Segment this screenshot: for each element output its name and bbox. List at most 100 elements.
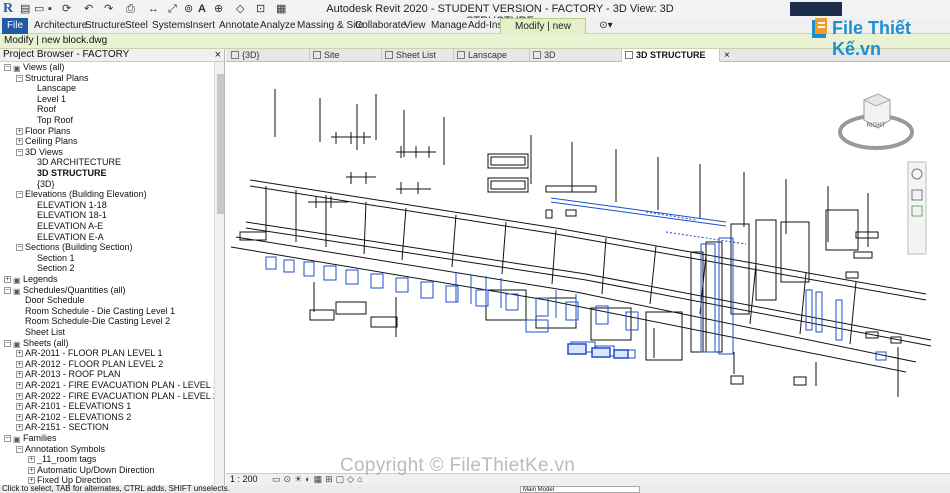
tree-item[interactable]: {3D}	[28, 179, 55, 190]
measure-icon[interactable]: ↔	[148, 2, 159, 16]
tree-item[interactable]: + ▣ Legends	[4, 274, 58, 285]
collapse-icon[interactable]: −	[4, 286, 11, 294]
tree-item[interactable]: + Floor Plans	[16, 126, 71, 137]
3d-view-icon[interactable]: ⊕	[214, 2, 223, 16]
tab-steel[interactable]: Steel	[123, 18, 150, 34]
expand-icon[interactable]: +	[16, 392, 23, 400]
tab-view-lanscape[interactable]: Lanscape	[454, 49, 530, 62]
collapse-icon[interactable]: −	[16, 148, 23, 156]
tree-item[interactable]: ELEVATION E-A	[28, 232, 104, 243]
section-icon[interactable]: ◇	[236, 2, 244, 16]
tree-item[interactable]: Level 1	[28, 94, 66, 105]
open-icon[interactable]: ▤	[20, 2, 30, 16]
tree-item[interactable]: + Fixed Up Direction	[28, 475, 111, 485]
tree-item[interactable]: + AR-2013 - ROOF PLAN	[16, 369, 121, 380]
revit-logo-icon[interactable]: R	[3, 1, 17, 17]
switch-windows-icon[interactable]: ▦	[276, 2, 286, 16]
redo-icon[interactable]: ↷	[104, 2, 113, 16]
expand-icon[interactable]: +	[16, 127, 23, 135]
tab-view-site[interactable]: Site	[310, 49, 382, 62]
tree-item[interactable]: − Annotation Symbols	[16, 444, 105, 455]
tab-add-ins[interactable]: Add-Ins	[466, 18, 504, 34]
tree-item[interactable]: + AR-2012 - FLOOR PLAN LEVEL 2	[16, 359, 163, 370]
close-icon[interactable]: ×	[724, 49, 730, 62]
tree-item[interactable]: Door Schedule	[16, 295, 85, 306]
tab-architecture[interactable]: Architecture	[32, 18, 89, 34]
expand-icon[interactable]: +	[16, 403, 23, 411]
expand-icon[interactable]: +	[28, 456, 35, 464]
dimension-icon[interactable]: ⤢	[168, 2, 177, 16]
tab-annotate[interactable]: Annotate	[217, 18, 261, 34]
tree-item[interactable]: ELEVATION 1-18	[28, 200, 107, 211]
tree-item[interactable]: + AR-2102 - ELEVATIONS 2	[16, 412, 131, 423]
tree-item[interactable]: − Sections (Building Section)	[16, 242, 133, 253]
tab-view-sheet-list[interactable]: Sheet List	[382, 49, 454, 62]
tree-item[interactable]: − ▣ Schedules/Quantities (all)	[4, 285, 126, 296]
main-model-selector[interactable]: Main Model	[520, 486, 640, 493]
print-icon[interactable]: ⎙	[126, 2, 135, 16]
tree-item[interactable]: Section 2	[28, 263, 75, 274]
tab-file[interactable]: File	[2, 18, 28, 34]
tree-item[interactable]: Lanscape	[28, 83, 76, 94]
expand-icon[interactable]: +	[16, 382, 23, 389]
tree-item[interactable]: 3D ARCHITECTURE	[28, 157, 121, 168]
collapse-icon[interactable]: −	[4, 339, 11, 347]
tree-item[interactable]: Top Roof	[28, 115, 73, 126]
collapse-icon[interactable]: −	[16, 191, 23, 199]
tree-item[interactable]: ELEVATION 18-1	[28, 210, 107, 221]
save-icon[interactable]: ▪	[48, 2, 52, 16]
tab-collaborate[interactable]: Collaborate	[353, 18, 408, 34]
close-hidden-icon[interactable]: ⊡	[256, 2, 265, 16]
tab-view-3d-architecture[interactable]: 3D ARCHITECTURE	[530, 49, 622, 73]
tree-item[interactable]: + AR-2151 - SECTION	[16, 422, 109, 433]
sync-icon[interactable]: ⟳	[62, 2, 71, 16]
view-scale[interactable]: 1 : 200	[230, 474, 258, 484]
tree-item[interactable]: Section 1	[28, 253, 75, 264]
tree-item[interactable]: Sheet List	[16, 327, 65, 338]
tab-insert[interactable]: Insert	[188, 18, 217, 34]
tree-item[interactable]: + Ceiling Plans	[16, 136, 78, 147]
drawing-canvas[interactable]: RIGHT	[226, 62, 950, 473]
tree-item[interactable]: − Elevations (Building Elevation)	[16, 189, 147, 200]
expand-icon[interactable]: +	[16, 424, 23, 432]
collapse-icon[interactable]: −	[4, 64, 11, 71]
tree-item[interactable]: + AR-2101 - ELEVATIONS 1	[16, 401, 131, 412]
expand-icon[interactable]: +	[28, 477, 35, 485]
tag-icon[interactable]: ⊚	[184, 2, 193, 16]
tab-view[interactable]: View	[402, 18, 428, 34]
browser-scrollbar[interactable]	[214, 62, 224, 485]
undo-icon[interactable]: ↶	[84, 2, 93, 16]
expand-icon[interactable]: +	[16, 138, 23, 146]
expand-icon[interactable]: +	[4, 276, 11, 283]
collapse-icon[interactable]: −	[16, 445, 23, 453]
model-view[interactable]: RIGHT	[226, 62, 950, 473]
expand-icon[interactable]: +	[16, 350, 23, 358]
tree-item[interactable]: + AR-2021 - FIRE EVACUATION PLAN - LEVEL …	[16, 380, 218, 391]
expand-icon[interactable]: +	[16, 371, 23, 379]
tree-item[interactable]: 3D STRUCTURE	[28, 168, 107, 179]
folder-icon[interactable]: ▭	[34, 2, 44, 16]
expand-icon[interactable]: +	[16, 360, 23, 368]
collapse-icon[interactable]: −	[16, 244, 23, 252]
tab-systems[interactable]: Systems	[150, 18, 192, 34]
tab-modify-context[interactable]: Modify | new block.dwg	[500, 18, 586, 48]
text-icon[interactable]: A	[198, 2, 206, 16]
collapse-icon[interactable]: −	[4, 435, 11, 442]
tree-item[interactable]: −3D Views	[16, 147, 63, 158]
tree-item[interactable]: + Automatic Up/Down Direction	[28, 465, 155, 476]
tree-item[interactable]: + _11_room tags	[28, 454, 96, 465]
tree-item[interactable]: ELEVATION A-E	[28, 221, 103, 232]
tab-analyze[interactable]: Analyze	[258, 18, 298, 34]
tree-item[interactable]: − ▣ Families	[4, 433, 57, 444]
tree-item[interactable]: Room Schedule-Die Casting Level 2	[16, 316, 170, 327]
tree-item[interactable]: − Structural Plans	[16, 73, 89, 84]
tree-item[interactable]: − ▣ Sheets (all)	[4, 338, 69, 349]
tab-structure[interactable]: Structure	[83, 18, 128, 34]
expand-icon[interactable]: +	[28, 466, 35, 474]
tree-item[interactable]: Roof	[28, 104, 56, 115]
ribbon-minimize-icon[interactable]: ⊙▾	[596, 18, 616, 34]
collapse-icon[interactable]: −	[16, 74, 23, 82]
tree-item[interactable]: Room Schedule - Die Casting Level 1	[16, 306, 175, 317]
tree-item[interactable]: + AR-2011 - FLOOR PLAN LEVEL 1	[16, 348, 163, 359]
tab-manage[interactable]: Manage	[429, 18, 469, 34]
